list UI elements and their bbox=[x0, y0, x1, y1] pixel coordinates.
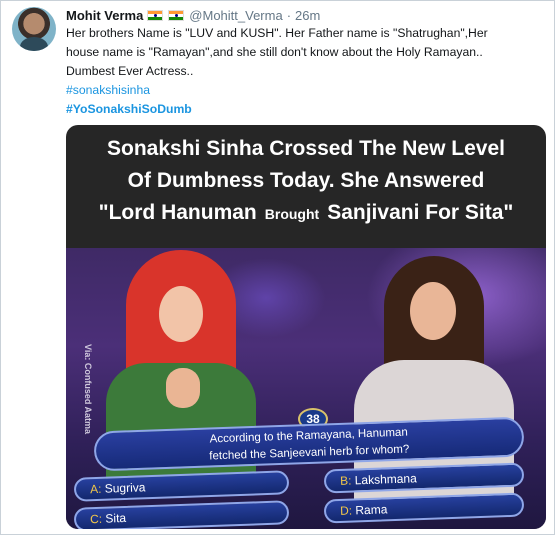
tweet-timestamp[interactable]: 26m bbox=[295, 8, 320, 23]
hashtag-link[interactable]: #YoSonakshiSoDumb bbox=[66, 100, 546, 119]
india-flag-icon bbox=[147, 9, 164, 21]
avatar[interactable] bbox=[12, 7, 56, 51]
folded-hands bbox=[166, 368, 200, 408]
option-key: A: bbox=[89, 481, 102, 497]
option-text: Lakshmana bbox=[354, 471, 417, 488]
contestant-face bbox=[159, 286, 203, 342]
caption-part: Sanjivani For Sita" bbox=[327, 201, 514, 224]
tweet-header: Mohit Verma @Mohitt_Verma · 26m bbox=[66, 6, 320, 24]
option-key: C: bbox=[89, 511, 103, 527]
tweet-text-line: Her brothers Name is "LUV and KUSH". Her… bbox=[66, 26, 488, 40]
image-caption: Sonakshi Sinha Crossed The New Level Of … bbox=[66, 133, 546, 230]
tweet-text-line: Dumbest Ever Actress.. bbox=[66, 64, 194, 78]
actress-face bbox=[410, 282, 456, 340]
caption-part: Brought bbox=[264, 206, 320, 222]
india-flag-icon bbox=[168, 9, 185, 21]
show-photo: Via: Confused Aatma 38 According to the … bbox=[66, 248, 546, 529]
option-text: Sita bbox=[105, 510, 127, 526]
tweet-text-line: house name is "Ramayan",and she still do… bbox=[66, 45, 483, 59]
author-handle[interactable]: @Mohitt_Verma bbox=[189, 8, 282, 23]
avatar-shirt bbox=[20, 37, 48, 51]
option-text: Rama bbox=[355, 502, 388, 518]
option-key: B: bbox=[339, 473, 352, 488]
separator-dot: · bbox=[286, 7, 292, 23]
watermark-text: Via: Confused Aatma bbox=[83, 344, 93, 435]
caption-line: Of Dumbness Today. She Answered bbox=[127, 169, 485, 192]
tweet-media-image[interactable]: Sonakshi Sinha Crossed The New Level Of … bbox=[66, 125, 546, 529]
caption-part: "Lord Hanuman bbox=[98, 201, 257, 224]
quiz-option-c: C: Sita bbox=[73, 500, 290, 529]
author-name[interactable]: Mohit Verma bbox=[66, 8, 143, 23]
option-text: Sugriva bbox=[104, 480, 146, 496]
hashtag-link[interactable]: #sonakshisinha bbox=[66, 81, 546, 100]
tweet-text: Her brothers Name is "LUV and KUSH". Her… bbox=[66, 24, 546, 119]
caption-line: "Lord Hanuman Brought Sanjivani For Sita" bbox=[66, 197, 546, 230]
caption-line: Sonakshi Sinha Crossed The New Level bbox=[107, 137, 505, 160]
option-key: D: bbox=[339, 503, 353, 518]
